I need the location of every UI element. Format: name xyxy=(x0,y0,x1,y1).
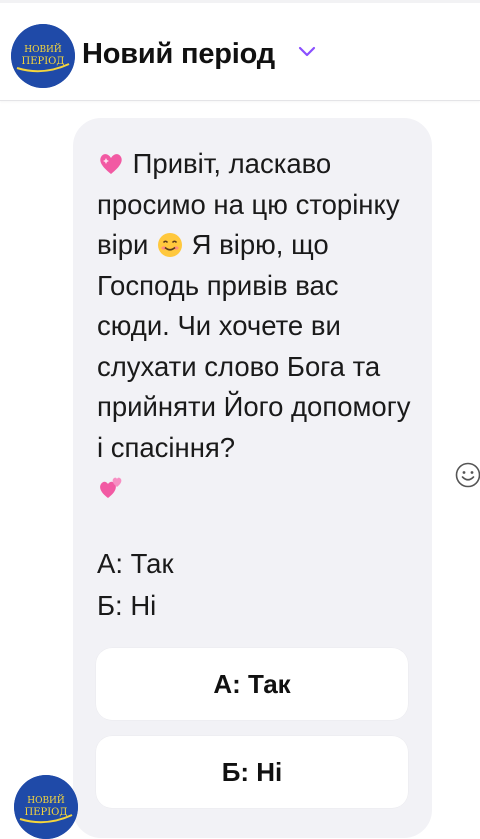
sender-avatar[interactable]: НОВИЙ ПЕРІОД xyxy=(14,775,78,839)
chat-header: НОВИЙ ПЕРІОД Новий період xyxy=(0,0,480,101)
chevron-down-icon[interactable] xyxy=(296,43,318,59)
logo-text-bottom: ПЕРІОД xyxy=(21,56,64,67)
sender-logo-text-top: НОВИЙ xyxy=(27,794,65,806)
sender-logo: НОВИЙ ПЕРІОД xyxy=(14,775,78,839)
page-logo: НОВИЙ ПЕРІОД xyxy=(11,24,75,88)
quick-reply-yes-button[interactable]: А: Так xyxy=(96,648,408,720)
sparkling-heart-icon xyxy=(100,154,122,174)
option-b-text: Б: Ні xyxy=(97,590,157,621)
message-bubble: Привіт, ласкаво просимо на цю сторінку в… xyxy=(73,118,432,838)
header-top-divider xyxy=(0,0,480,3)
smiley-reaction-icon[interactable] xyxy=(454,461,480,489)
smiling-face-icon xyxy=(158,233,183,257)
message-text-part2: Я вірю, що Господь привів вас сюди. Чи х… xyxy=(97,229,419,463)
page-avatar[interactable]: НОВИЙ ПЕРІОД xyxy=(11,24,75,88)
quick-reply-no-button[interactable]: Б: Ні xyxy=(96,736,408,808)
revolving-hearts-icon xyxy=(100,477,122,498)
sender-logo-text-bottom: ПЕРІОД xyxy=(24,807,67,818)
option-a-text: А: Так xyxy=(97,548,174,579)
page-title[interactable]: Новий період xyxy=(82,38,275,71)
message-text: Привіт, ласкаво просимо на цю сторінку в… xyxy=(97,144,417,509)
logo-text-top: НОВИЙ xyxy=(24,43,62,55)
